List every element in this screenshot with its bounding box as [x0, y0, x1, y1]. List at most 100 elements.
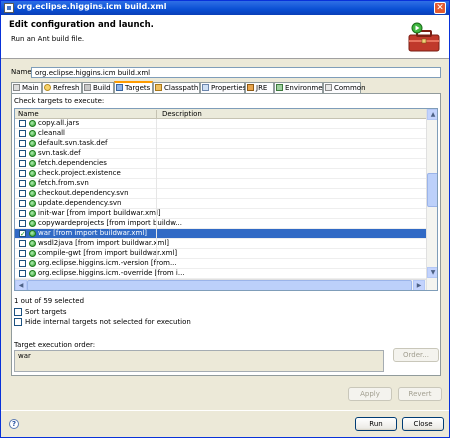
- ant-target-icon: [29, 250, 36, 257]
- ant-target-icon: [29, 270, 36, 277]
- table-row[interactable]: default.svn.task.def: [15, 139, 426, 149]
- target-checkbox[interactable]: [19, 140, 26, 147]
- execution-order-value: war: [18, 352, 31, 360]
- table-row[interactable]: ✓ war [from import buildwar.xml]: [15, 229, 426, 239]
- table-row[interactable]: fetch.dependencies: [15, 159, 426, 169]
- column-divider: [156, 119, 157, 129]
- table-row[interactable]: update.dependency.svn: [15, 199, 426, 209]
- tab-jre[interactable]: JRE: [245, 82, 274, 93]
- target-name: wsdl2java [from import buildwar.xml]: [38, 239, 170, 247]
- target-checkbox[interactable]: [19, 160, 26, 167]
- column-divider: [156, 259, 157, 269]
- tab-build[interactable]: Build: [82, 82, 114, 93]
- scroll-up-button[interactable]: ▲: [427, 109, 437, 120]
- ant-target-icon: [29, 120, 36, 127]
- table-row[interactable]: org.eclipse.higgins.icm.-override [from …: [15, 269, 426, 279]
- tab-classpath[interactable]: Classpath: [153, 82, 200, 93]
- table-row[interactable]: org.eclipse.higgins.icm.-version [from..…: [15, 259, 426, 269]
- table-header: Name Description: [15, 109, 426, 119]
- column-header-description[interactable]: Description: [162, 110, 202, 118]
- table-row[interactable]: copy.all.jars: [15, 119, 426, 129]
- column-divider: [156, 209, 157, 219]
- classpath-icon: [155, 84, 162, 91]
- ant-target-icon: [29, 200, 36, 207]
- table-row[interactable]: init-war [from import buildwar.xml]: [15, 209, 426, 219]
- order-button[interactable]: Order...: [393, 348, 439, 362]
- target-checkbox[interactable]: [19, 270, 26, 277]
- execution-order-field: war: [14, 350, 384, 372]
- tab-properties[interactable]: Properties: [200, 82, 247, 93]
- sort-targets-checkbox[interactable]: [14, 308, 22, 316]
- table-row[interactable]: wsdl2java [from import buildwar.xml]: [15, 239, 426, 249]
- header-title: Edit configuration and launch.: [9, 20, 154, 30]
- tab-targets[interactable]: Targets: [114, 81, 153, 93]
- target-checkbox[interactable]: [19, 170, 26, 177]
- targets-table: Name Description copy.all.jars cleanall de…: [14, 108, 438, 291]
- target-checkbox[interactable]: [19, 120, 26, 127]
- hide-internal-checkbox[interactable]: [14, 318, 22, 326]
- ant-target-icon: [29, 190, 36, 197]
- ant-target-icon: [29, 180, 36, 187]
- close-button[interactable]: Close: [402, 417, 444, 431]
- table-row[interactable]: check.project.existence: [15, 169, 426, 179]
- run-button[interactable]: Run: [355, 417, 397, 431]
- column-divider: [156, 139, 157, 149]
- target-checkbox[interactable]: ✓: [19, 230, 26, 238]
- horizontal-scrollbar[interactable]: ◀ ▶: [15, 279, 426, 290]
- ant-target-icon: [29, 220, 36, 227]
- tab-main[interactable]: Main: [11, 82, 42, 93]
- apply-button[interactable]: Apply: [348, 387, 392, 401]
- column-divider: [156, 179, 157, 189]
- table-row[interactable]: copywardeprojects [from import buildw...: [15, 219, 426, 229]
- name-input[interactable]: [31, 67, 441, 78]
- environment-icon: [276, 84, 283, 91]
- title-bar[interactable]: org.eclipse.higgins.icm build.xml ✕: [1, 1, 449, 15]
- window-title: org.eclipse.higgins.icm build.xml: [17, 2, 167, 11]
- table-row[interactable]: cleanall: [15, 129, 426, 139]
- column-divider[interactable]: [156, 110, 157, 118]
- sort-targets-label: Sort targets: [25, 308, 67, 316]
- table-row[interactable]: checkout.dependency.svn: [15, 189, 426, 199]
- table-row[interactable]: fetch.from.svn: [15, 179, 426, 189]
- check-targets-label: Check targets to execute:: [14, 97, 105, 105]
- target-checkbox[interactable]: [19, 200, 26, 207]
- target-name: svn.task.def: [38, 149, 81, 157]
- target-name: fetch.dependencies: [38, 159, 107, 167]
- revert-button[interactable]: Revert: [398, 387, 442, 401]
- target-checkbox[interactable]: [19, 260, 26, 267]
- tab-environment[interactable]: Environment: [274, 82, 330, 93]
- target-checkbox[interactable]: [19, 150, 26, 157]
- target-checkbox[interactable]: [19, 240, 26, 247]
- target-checkbox[interactable]: [19, 250, 26, 257]
- vertical-scrollbar[interactable]: ▲ ▼: [426, 109, 437, 290]
- column-divider: [156, 239, 157, 249]
- launch-configuration-dialog: org.eclipse.higgins.icm build.xml ✕ Edit…: [0, 0, 450, 438]
- column-divider: [156, 199, 157, 209]
- target-checkbox[interactable]: [19, 210, 26, 217]
- vertical-scroll-thumb[interactable]: [427, 173, 437, 207]
- tab-label: Properties: [211, 84, 247, 92]
- window-close-button[interactable]: ✕: [434, 2, 446, 14]
- target-name: copywardeprojects [from import buildw...: [38, 219, 182, 227]
- scroll-left-button[interactable]: ◀: [15, 280, 27, 290]
- scroll-down-button[interactable]: ▼: [427, 267, 437, 278]
- table-row[interactable]: compile-gwt [from import buildwar.xml]: [15, 249, 426, 259]
- help-icon[interactable]: ?: [9, 419, 19, 429]
- properties-icon: [202, 84, 209, 91]
- tab-common[interactable]: Common: [323, 82, 366, 93]
- column-divider: [156, 189, 157, 199]
- target-checkbox[interactable]: [19, 190, 26, 197]
- ant-target-icon: [29, 150, 36, 157]
- scroll-right-button[interactable]: ▶: [413, 280, 425, 290]
- column-header-name[interactable]: Name: [18, 110, 39, 118]
- table-row[interactable]: svn.task.def: [15, 149, 426, 159]
- target-checkbox[interactable]: [19, 220, 26, 227]
- target-checkbox[interactable]: [19, 180, 26, 187]
- target-name: fetch.from.svn: [38, 179, 89, 187]
- target-checkbox[interactable]: [19, 130, 26, 137]
- horizontal-scroll-thumb[interactable]: [27, 280, 412, 290]
- target-name: init-war [from import buildwar.xml]: [38, 209, 161, 217]
- ant-target-icon: [29, 260, 36, 267]
- selection-status: 1 out of 59 selected: [14, 297, 85, 305]
- tab-refresh[interactable]: Refresh: [42, 82, 82, 93]
